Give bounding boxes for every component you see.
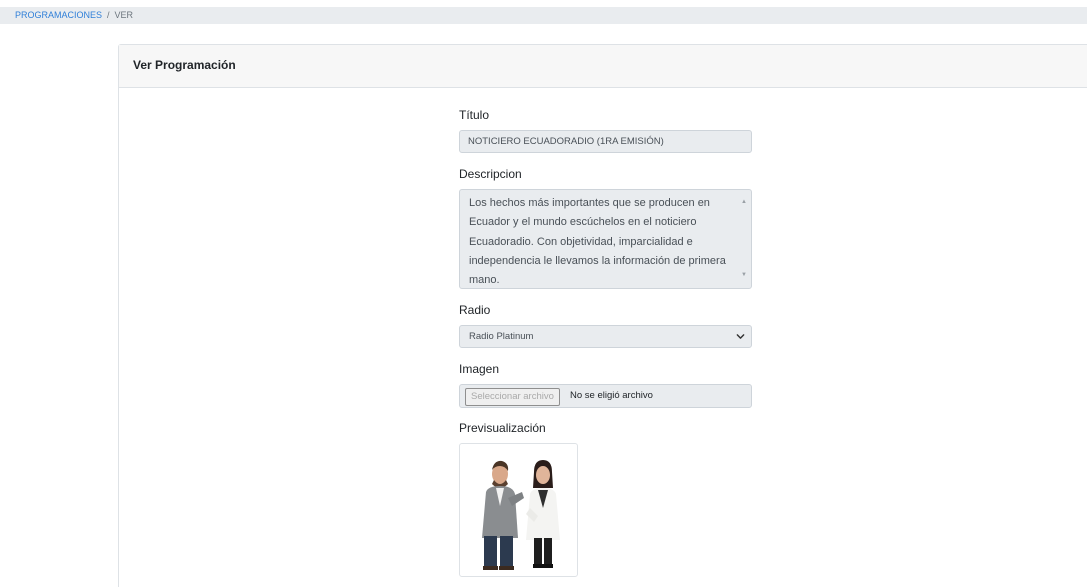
titulo-label: Título [459, 108, 490, 122]
breadcrumb-separator: / [107, 10, 110, 20]
radio-label: Radio [459, 303, 491, 317]
imagen-label: Imagen [459, 362, 500, 376]
presenters-photo [464, 448, 573, 572]
descripcion-textarea[interactable]: Los hechos más importantes que se produc… [459, 189, 752, 289]
scroll-up-arrow-icon[interactable]: ▲ [741, 193, 747, 212]
imagen-file-input[interactable]: Seleccionar archivo No se eligió archivo [459, 384, 752, 408]
card-title: Ver Programación [119, 45, 1087, 88]
radio-select[interactable]: Radio Platinum [459, 325, 752, 348]
titulo-field[interactable]: NOTICIERO ECUADORADIO (1RA EMISIÓN) [459, 130, 752, 153]
chevron-down-icon [736, 334, 745, 339]
preview-label: Previsualización [459, 421, 546, 435]
select-file-button[interactable]: Seleccionar archivo [465, 388, 560, 406]
radio-selected-value: Radio Platinum [469, 331, 534, 342]
descripcion-label: Descripcion [459, 167, 522, 181]
breadcrumb: PROGRAMACIONES / VER [0, 7, 1087, 24]
image-preview [459, 443, 578, 577]
file-status-text: No se eligió archivo [570, 390, 653, 401]
view-card: Ver Programación [118, 44, 1087, 587]
breadcrumb-item-ver: VER [114, 10, 134, 20]
scroll-down-arrow-icon[interactable]: ▼ [741, 266, 747, 285]
descripcion-text: Los hechos más importantes que se produc… [469, 197, 726, 287]
breadcrumb-item-programaciones[interactable]: PROGRAMACIONES [15, 10, 102, 20]
